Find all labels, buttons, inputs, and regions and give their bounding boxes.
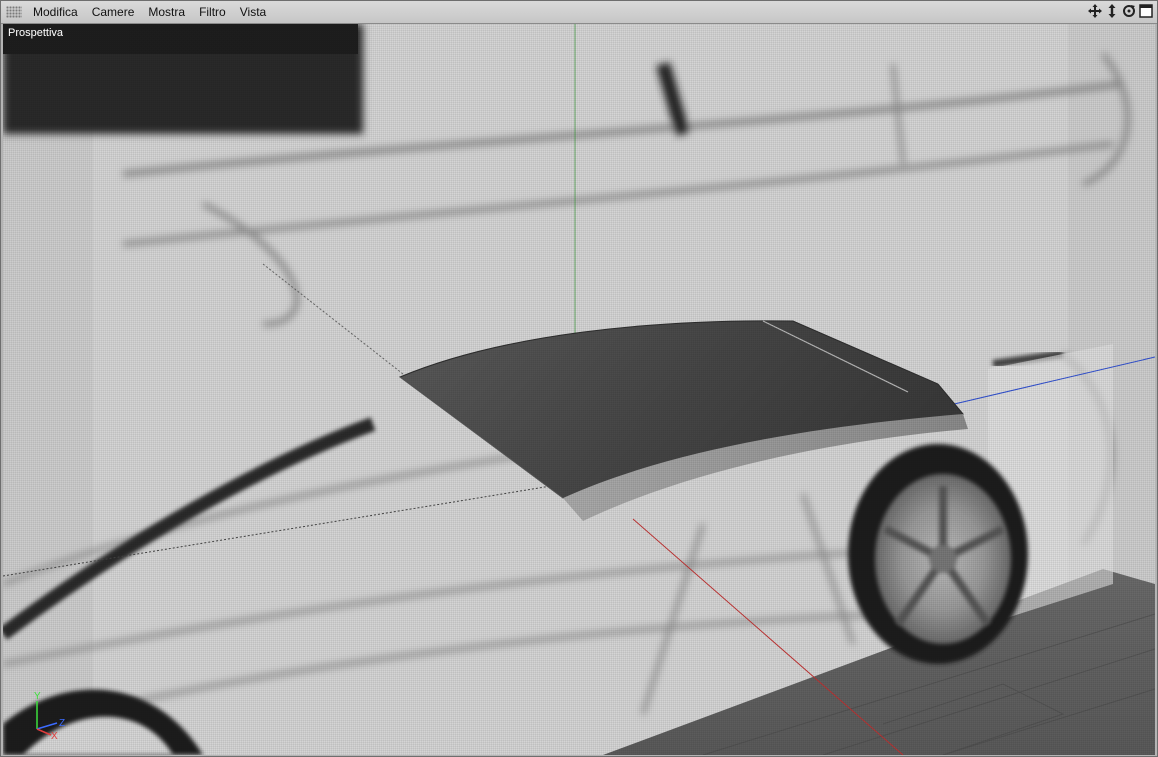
viewport-scene <box>3 24 1155 755</box>
axis-x-label: X <box>51 731 58 739</box>
menu-mostra[interactable]: Mostra <box>142 2 191 22</box>
view-navigation-toolbar <box>1088 4 1153 18</box>
blueprint-wheel-rear <box>848 444 1028 664</box>
menu-bar: Modifica Camere Mostra Filtro Vista <box>1 1 1157 24</box>
menu-vista[interactable]: Vista <box>234 2 272 22</box>
axis-y-label: Y <box>34 691 41 702</box>
move-view-icon[interactable] <box>1088 4 1102 18</box>
axis-z-label: Z <box>59 718 65 729</box>
perspective-viewport[interactable]: Prospettiva Y Z X <box>3 24 1155 755</box>
menu-camere[interactable]: Camere <box>86 2 141 22</box>
viewport-window: Modifica Camere Mostra Filtro Vista Pros… <box>0 0 1158 757</box>
axis-gizmo: Y Z X <box>25 689 75 742</box>
menu-modifica[interactable]: Modifica <box>27 2 84 22</box>
maximize-view-icon[interactable] <box>1139 4 1153 18</box>
rotate-view-icon[interactable] <box>1122 4 1136 18</box>
zoom-view-icon[interactable] <box>1105 4 1119 18</box>
menu-filtro[interactable]: Filtro <box>193 2 232 22</box>
grip-handle-icon[interactable] <box>6 6 22 18</box>
view-label: Prospettiva <box>8 27 64 39</box>
